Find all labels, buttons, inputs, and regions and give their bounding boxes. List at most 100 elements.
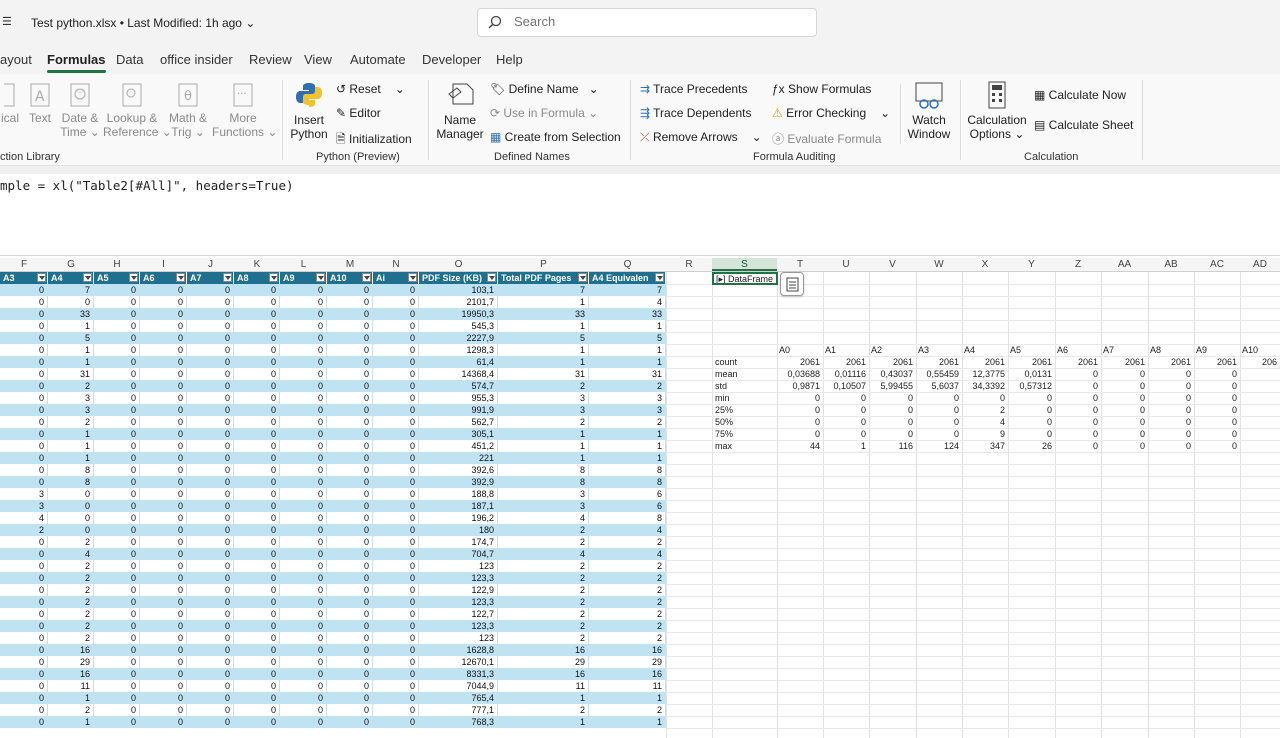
table-cell[interactable]: 1: [498, 344, 589, 356]
table-cell[interactable]: 0: [140, 368, 187, 380]
table-cell[interactable]: 122,9: [419, 584, 498, 596]
define-name-button[interactable]: 🏷 Define Name ⌄: [490, 82, 599, 96]
table-cell[interactable]: 0: [140, 428, 187, 440]
table-cell[interactable]: 2: [498, 704, 589, 716]
table-cell[interactable]: 0: [187, 680, 234, 692]
table-cell[interactable]: 0: [280, 344, 327, 356]
table-cell[interactable]: 0: [327, 500, 373, 512]
table-cell[interactable]: 562,7: [419, 416, 498, 428]
tab-developer[interactable]: Developer: [422, 52, 481, 67]
table-cell[interactable]: 1: [48, 356, 94, 368]
table-cell[interactable]: 0: [234, 620, 280, 632]
search-input[interactable]: [514, 14, 794, 29]
table-cell[interactable]: 0: [327, 416, 373, 428]
table-cell[interactable]: 545,3: [419, 320, 498, 332]
table-cell[interactable]: 6: [589, 500, 666, 512]
table-cell[interactable]: 0: [48, 500, 94, 512]
table-cell[interactable]: 0: [327, 284, 373, 296]
table-cell[interactable]: 0: [234, 368, 280, 380]
dataframe-value-cell[interactable]: 0,10507: [823, 380, 866, 392]
table-cell[interactable]: 0: [0, 308, 48, 320]
table-cell[interactable]: 0: [234, 680, 280, 692]
table-cell[interactable]: 4: [498, 548, 589, 560]
filter-dropdown-icon[interactable]: [176, 273, 185, 282]
table-cell[interactable]: 0: [234, 704, 280, 716]
table-header-cell[interactable]: A7: [187, 272, 234, 284]
tab-page-layout[interactable]: ayout: [0, 52, 32, 67]
table-cell[interactable]: 0: [373, 284, 419, 296]
table-cell[interactable]: 0: [327, 620, 373, 632]
table-cell[interactable]: 1: [498, 452, 589, 464]
editor-button[interactable]: ✎ Editor: [336, 106, 381, 120]
table-cell[interactable]: 392,6: [419, 464, 498, 476]
table-cell[interactable]: 2: [498, 608, 589, 620]
table-cell[interactable]: 2101,7: [419, 296, 498, 308]
table-cell[interactable]: 392,9: [419, 476, 498, 488]
table-cell[interactable]: 0: [187, 704, 234, 716]
tab-view[interactable]: View: [304, 52, 332, 67]
table-cell[interactable]: 0: [373, 716, 419, 728]
table-cell[interactable]: 11: [498, 680, 589, 692]
filter-dropdown-icon[interactable]: [362, 273, 371, 282]
table-cell[interactable]: 0: [234, 536, 280, 548]
table-cell[interactable]: 0: [140, 296, 187, 308]
table-cell[interactable]: 2: [589, 572, 666, 584]
table-cell[interactable]: 0: [373, 488, 419, 500]
filter-dropdown-icon[interactable]: [578, 273, 587, 282]
dataframe-value-cell[interactable]: 0: [916, 416, 959, 428]
table-header-cell[interactable]: Ai: [373, 272, 419, 284]
table-cell[interactable]: 1: [498, 320, 589, 332]
table-cell[interactable]: 0: [94, 500, 140, 512]
column-header-h[interactable]: H: [94, 259, 140, 270]
column-header-i[interactable]: I: [140, 259, 187, 270]
table-cell[interactable]: 2: [498, 584, 589, 596]
dataframe-value-cell[interactable]: 0: [1194, 404, 1237, 416]
dataframe-value-cell[interactable]: 0: [777, 404, 820, 416]
table-cell[interactable]: 704,7: [419, 548, 498, 560]
table-cell[interactable]: 0: [0, 428, 48, 440]
table-cell[interactable]: 0: [327, 320, 373, 332]
filter-dropdown-icon[interactable]: [83, 273, 92, 282]
table-header-cell[interactable]: Total PDF Pages: [498, 272, 589, 284]
table-cell[interactable]: 0: [234, 476, 280, 488]
table-cell[interactable]: 29: [589, 656, 666, 668]
table-cell[interactable]: 777,1: [419, 704, 498, 716]
table-cell[interactable]: 1: [48, 716, 94, 728]
table-cell[interactable]: 4: [498, 512, 589, 524]
table-cell[interactable]: 0: [327, 572, 373, 584]
table-cell[interactable]: 1: [498, 692, 589, 704]
table-cell[interactable]: 2: [498, 416, 589, 428]
table-cell[interactable]: 0: [94, 620, 140, 632]
table-cell[interactable]: 0: [327, 632, 373, 644]
table-cell[interactable]: 0: [373, 320, 419, 332]
table-cell[interactable]: 0: [187, 584, 234, 596]
table-cell[interactable]: 3: [48, 392, 94, 404]
table-cell[interactable]: 0: [234, 692, 280, 704]
table-cell[interactable]: 0: [94, 524, 140, 536]
dataframe-value-cell[interactable]: 124: [916, 440, 959, 452]
dataframe-value-cell[interactable]: 0,0131: [1008, 368, 1052, 380]
table-cell[interactable]: 0: [280, 500, 327, 512]
table-cell[interactable]: 0: [280, 416, 327, 428]
table-cell[interactable]: 16: [589, 668, 666, 680]
table-cell[interactable]: 0: [187, 500, 234, 512]
table-cell[interactable]: 0: [373, 692, 419, 704]
dataframe-value-cell[interactable]: 0: [1194, 392, 1237, 404]
initialization-button[interactable]: 🗎 Initialization: [336, 130, 412, 151]
table-cell[interactable]: 0: [94, 548, 140, 560]
dataframe-value-cell[interactable]: 5,99455: [869, 380, 913, 392]
table-cell[interactable]: 0: [140, 692, 187, 704]
dataframe-value-cell[interactable]: 0: [869, 392, 913, 404]
table-cell[interactable]: 0: [234, 428, 280, 440]
table-cell[interactable]: 123,3: [419, 596, 498, 608]
table-cell[interactable]: 3: [0, 488, 48, 500]
table-header-cell[interactable]: A10: [327, 272, 373, 284]
table-cell[interactable]: 0: [373, 524, 419, 536]
table-cell[interactable]: 123,3: [419, 620, 498, 632]
date-time-button[interactable]: Date & Time ⌄: [60, 82, 100, 139]
table-cell[interactable]: 0: [140, 380, 187, 392]
table-cell[interactable]: 0: [280, 392, 327, 404]
dataframe-value-cell[interactable]: 0,57312: [1008, 380, 1052, 392]
table-cell[interactable]: 0: [327, 692, 373, 704]
table-cell[interactable]: 0: [140, 488, 187, 500]
